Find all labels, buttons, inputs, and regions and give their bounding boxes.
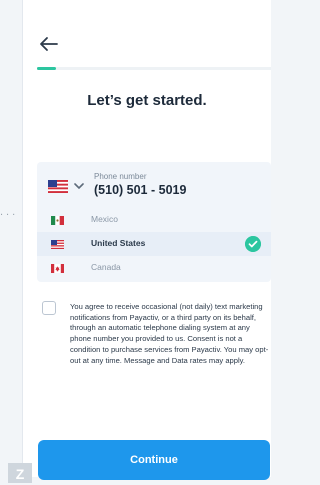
phone-input[interactable]: Phone number (510) 501 - 5019 xyxy=(37,162,271,208)
progress-fill xyxy=(37,67,56,70)
brand-logo: Z xyxy=(8,463,32,483)
country-option-united-states[interactable]: United States xyxy=(37,232,271,256)
country-option-canada[interactable]: Canada xyxy=(37,256,271,280)
country-option-mexico[interactable]: Mexico xyxy=(37,208,271,232)
side-dots: ... xyxy=(0,206,19,218)
country-name: United States xyxy=(91,238,146,248)
back-arrow-icon[interactable] xyxy=(37,34,61,54)
chevron-down-icon[interactable] xyxy=(74,183,84,190)
signup-card: Let’s get started. Phone number (510) 50… xyxy=(22,0,271,477)
us-flag-icon xyxy=(51,240,64,249)
country-name: Mexico xyxy=(91,214,118,224)
canada-flag-icon xyxy=(51,264,64,273)
us-flag-icon[interactable] xyxy=(48,180,68,193)
phone-label: Phone number xyxy=(94,172,147,181)
country-name: Canada xyxy=(91,262,121,272)
phone-value[interactable]: (510) 501 - 5019 xyxy=(94,183,186,197)
progress-bar xyxy=(37,67,271,70)
mexico-flag-icon xyxy=(51,216,64,225)
continue-button[interactable]: Continue xyxy=(38,440,270,480)
page-title: Let’s get started. xyxy=(87,92,207,109)
checkmark-icon xyxy=(245,236,261,252)
consent-checkbox[interactable] xyxy=(42,301,56,315)
phone-selector: Phone number (510) 501 - 5019 Mexico Uni… xyxy=(37,162,271,282)
consent-text: You agree to receive occasional (not dai… xyxy=(70,302,269,365)
